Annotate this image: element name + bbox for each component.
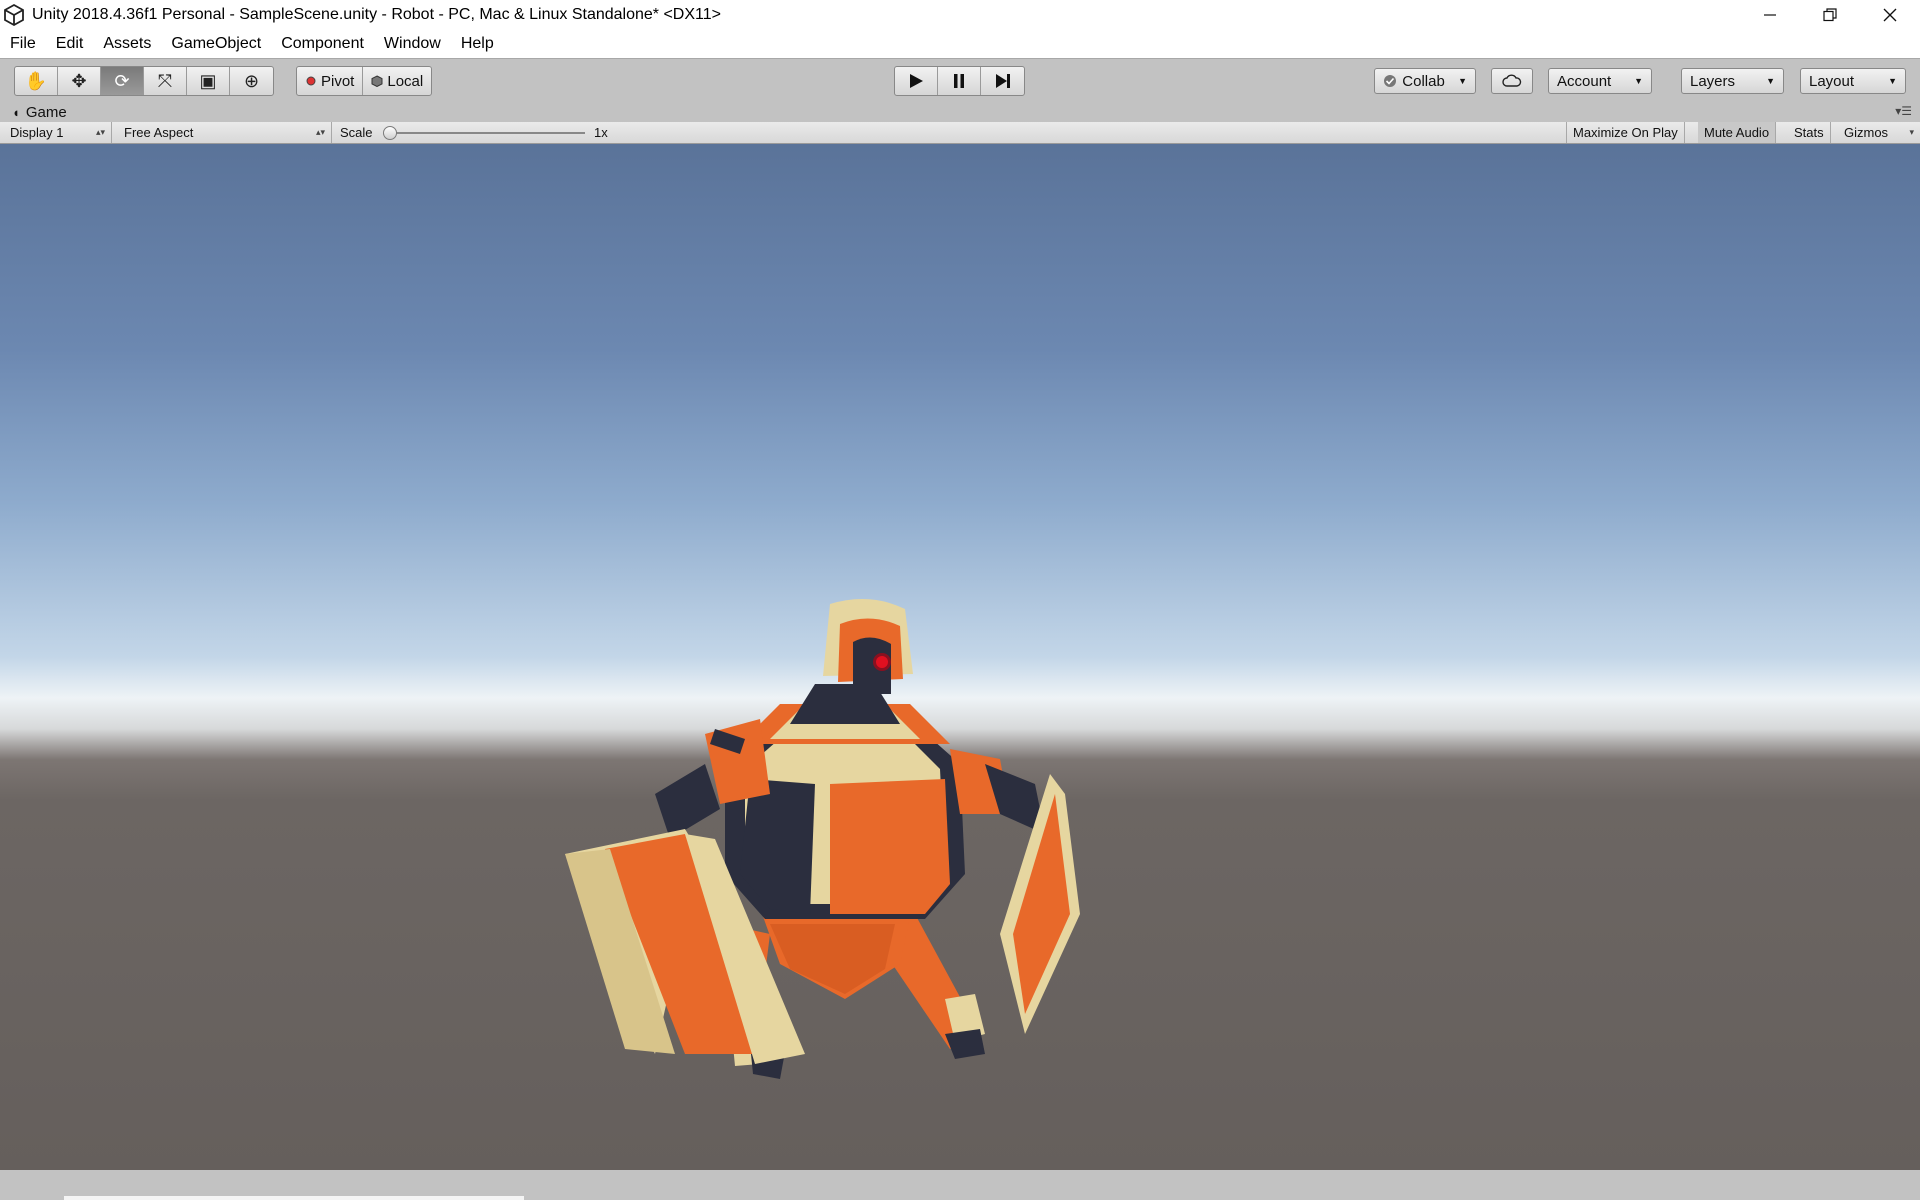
pivot-toggle-group: Pivot Local — [296, 66, 433, 96]
tab-menu-icon[interactable]: ▾☰ — [1895, 104, 1912, 118]
main-toolbar: ✋ ✥ ⟳ ⤧ ▣ ⊕ Pivot Local Collab ▼ Account… — [0, 58, 1920, 102]
close-button[interactable] — [1860, 0, 1920, 30]
collab-label: Collab — [1402, 72, 1445, 90]
layers-label: Layers — [1690, 72, 1736, 90]
menu-window[interactable]: Window — [374, 35, 451, 53]
move-tool-button[interactable]: ✥ — [58, 67, 101, 95]
window-title: Unity 2018.4.36f1 Personal - SampleScene… — [32, 6, 721, 23]
updown-icon: ▴▾ — [315, 127, 325, 137]
account-label: Account — [1557, 72, 1612, 90]
unity-logo-icon — [4, 3, 24, 27]
maximize-label: Maximize On Play — [1573, 125, 1678, 140]
game-viewport[interactable] — [0, 144, 1920, 1170]
robot-character — [565, 599, 1080, 1079]
game-view-toolbar: Display 1 ▴▾ Free Aspect ▴▾ Scale 1x Max… — [0, 122, 1920, 144]
layers-dropdown[interactable]: Layers ▼ — [1681, 68, 1784, 94]
menu-gameobject[interactable]: GameObject — [161, 35, 271, 53]
transform-tool-icon: ⊕ — [243, 70, 260, 91]
scale-value: 1x — [594, 125, 608, 140]
aspect-dropdown[interactable]: Free Aspect ▴▾ — [118, 122, 332, 143]
menu-bar: File Edit Assets GameObject Component Wi… — [0, 30, 1920, 58]
layout-label: Layout — [1809, 72, 1855, 90]
pause-icon — [954, 74, 964, 88]
rotate-tool-icon: ⟳ — [114, 70, 130, 91]
mute-label: Mute Audio — [1704, 125, 1770, 140]
transform-tool-button[interactable]: ⊕ — [230, 67, 273, 95]
scale-label: Scale — [340, 125, 373, 140]
scale-slider-track[interactable] — [390, 132, 585, 134]
caret-down-icon: ▼ — [1888, 76, 1897, 86]
layout-dropdown[interactable]: Layout ▼ — [1800, 68, 1906, 94]
aspect-label: Free Aspect — [124, 125, 194, 140]
maximize-on-play-toggle[interactable]: Maximize On Play — [1566, 122, 1685, 143]
menu-assets[interactable]: Assets — [93, 35, 161, 53]
pivot-icon — [306, 76, 316, 86]
scale-slider-thumb[interactable] — [383, 126, 397, 140]
local-button[interactable]: Local — [363, 67, 431, 95]
play-icon — [910, 74, 923, 88]
pause-button[interactable] — [938, 67, 981, 95]
game-tab-bar: ◖ Game ▾☰ — [0, 102, 1920, 122]
cloud-button[interactable] — [1491, 68, 1533, 94]
updown-icon: ▴▾ — [95, 127, 105, 137]
caret-down-icon: ▼ — [1766, 76, 1775, 86]
mute-audio-toggle[interactable]: Mute Audio — [1698, 122, 1777, 143]
hand-tool-icon: ✋ — [24, 70, 48, 91]
menu-help[interactable]: Help — [451, 35, 504, 53]
transform-tools: ✋ ✥ ⟳ ⤧ ▣ ⊕ — [14, 66, 274, 96]
step-button[interactable] — [981, 67, 1024, 95]
horizontal-scrollbar[interactable] — [64, 1196, 524, 1200]
step-icon — [995, 74, 1010, 88]
menu-component[interactable]: Component — [271, 35, 374, 53]
menu-edit[interactable]: Edit — [46, 35, 94, 53]
pivot-button[interactable]: Pivot — [297, 67, 364, 95]
pivot-label: Pivot — [321, 72, 355, 90]
rect-tool-button[interactable]: ▣ — [187, 67, 230, 95]
display-dropdown[interactable]: Display 1 ▴▾ — [4, 122, 112, 143]
caret-down-icon: ▾ — [1909, 127, 1914, 137]
display-label: Display 1 — [10, 125, 64, 140]
cloud-icon — [1502, 74, 1522, 87]
rect-tool-icon: ▣ — [199, 70, 217, 91]
window-controls — [1740, 0, 1920, 30]
minimize-icon — [1764, 14, 1776, 16]
scale-tool-button[interactable]: ⤧ — [144, 67, 187, 95]
move-tool-icon: ✥ — [71, 70, 87, 91]
close-icon — [1883, 8, 1897, 22]
local-label: Local — [387, 72, 424, 90]
restore-button[interactable] — [1800, 0, 1860, 30]
account-dropdown[interactable]: Account ▼ — [1548, 68, 1652, 94]
rotate-tool-button[interactable]: ⟳ — [101, 67, 144, 95]
stats-toggle[interactable]: Stats — [1788, 122, 1831, 143]
playback-controls — [894, 66, 1025, 96]
restore-icon — [1823, 8, 1837, 22]
gizmos-dropdown[interactable]: Gizmos ▾ — [1838, 122, 1920, 143]
game-tab[interactable]: ◖ Game — [12, 104, 67, 121]
title-bar: Unity 2018.4.36f1 Personal - SampleScene… — [0, 0, 1920, 30]
collab-dropdown[interactable]: Collab ▼ — [1374, 68, 1476, 94]
pacman-icon: ◖ — [12, 104, 20, 120]
check-icon — [1384, 75, 1396, 87]
status-bar — [0, 1170, 1920, 1200]
play-button[interactable] — [895, 67, 938, 95]
stats-label: Stats — [1794, 125, 1824, 140]
minimize-button[interactable] — [1740, 0, 1800, 30]
local-cube-icon — [371, 75, 383, 87]
game-tab-label: Game — [25, 103, 67, 121]
caret-down-icon: ▼ — [1458, 76, 1467, 86]
menu-file[interactable]: File — [0, 35, 46, 53]
gizmos-label: Gizmos — [1844, 125, 1889, 140]
hand-tool-button[interactable]: ✋ — [15, 67, 58, 95]
caret-down-icon: ▼ — [1634, 76, 1643, 86]
scale-tool-icon: ⤧ — [157, 70, 173, 91]
